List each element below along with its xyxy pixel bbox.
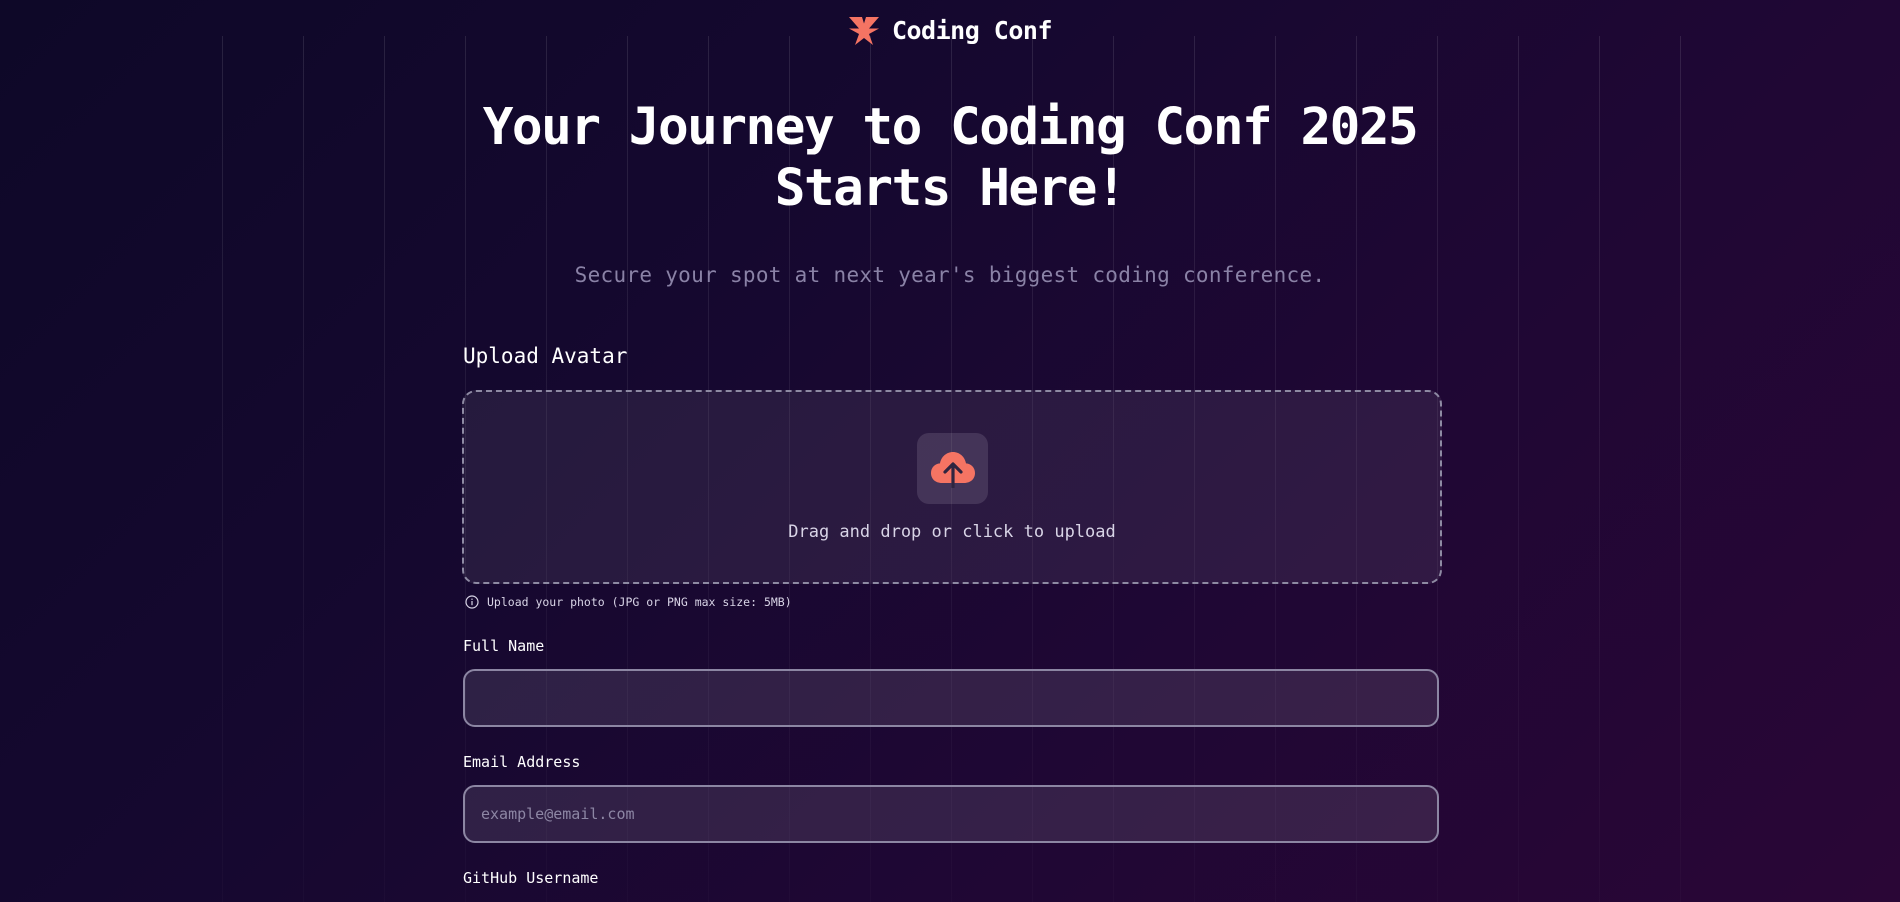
full-name-input[interactable] xyxy=(463,669,1439,727)
coding-conf-logo-icon xyxy=(848,17,879,45)
grid-line xyxy=(1518,36,1519,902)
upload-hint-text: Upload your photo (JPG or PNG max size: … xyxy=(487,595,792,609)
upload-instructions: Drag and drop or click to upload xyxy=(788,522,1116,542)
grid-line xyxy=(1680,36,1681,902)
site-header: Coding Conf xyxy=(0,14,1900,46)
full-name-label: Full Name xyxy=(463,637,545,655)
grid-line xyxy=(384,36,385,902)
github-username-label: GitHub Username xyxy=(463,869,599,887)
upload-hint: Upload your photo (JPG or PNG max size: … xyxy=(465,595,792,609)
page-subtitle: Secure your spot at next year's biggest … xyxy=(574,263,1326,287)
grid-line xyxy=(222,36,223,902)
grid-line xyxy=(1599,36,1600,902)
upload-avatar-label: Upload Avatar xyxy=(463,344,628,368)
upload-cloud-icon xyxy=(930,451,975,488)
upload-icon-container xyxy=(917,433,988,504)
page-title: Your Journey to Coding Conf 2025 Starts … xyxy=(482,98,1419,218)
avatar-upload-dropzone[interactable]: Drag and drop or click to upload xyxy=(462,390,1442,584)
info-icon xyxy=(465,595,479,609)
email-input[interactable] xyxy=(463,785,1439,843)
grid-line xyxy=(303,36,304,902)
brand-name: Coding Conf xyxy=(891,15,1053,45)
email-address-label: Email Address xyxy=(463,753,581,771)
